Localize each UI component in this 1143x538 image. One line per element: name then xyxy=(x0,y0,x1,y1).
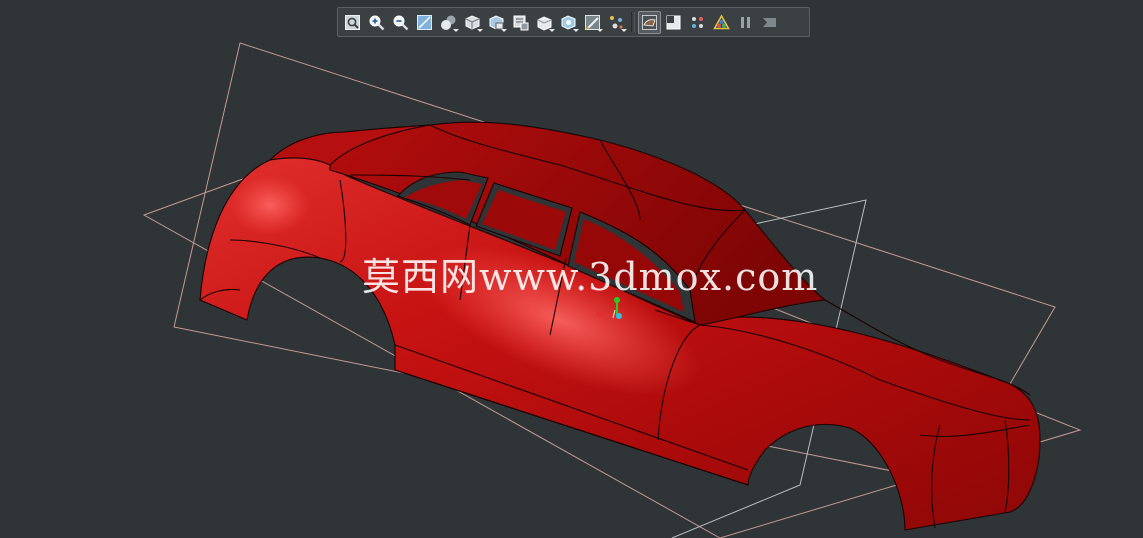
hide-show-items-button[interactable] xyxy=(557,11,580,34)
zoom-in-icon xyxy=(369,15,385,30)
cameras-icon xyxy=(692,16,703,28)
shadows-button[interactable] xyxy=(662,11,685,34)
section-view-button[interactable] xyxy=(509,11,532,34)
view-orientation-button[interactable] xyxy=(461,11,484,34)
apply-scene-button[interactable] xyxy=(605,11,628,34)
display-style-button[interactable] xyxy=(533,11,556,34)
graphics-viewport[interactable]: 莫西网www.3dmox.com xyxy=(0,0,1143,538)
zoom-extents-button[interactable] xyxy=(341,11,364,34)
zoom-window-button[interactable] xyxy=(413,11,436,34)
edit-appearance-button[interactable] xyxy=(581,11,604,34)
section-view-icon xyxy=(513,15,529,30)
pause-icon xyxy=(741,16,750,28)
standard-views-button[interactable] xyxy=(485,11,508,34)
view-settings-button[interactable] xyxy=(638,10,661,34)
pause-button[interactable] xyxy=(734,11,757,34)
shadows-icon xyxy=(666,15,681,29)
zoom-out-button[interactable] xyxy=(389,11,412,34)
car-body-model xyxy=(199,121,1041,531)
realview-icon xyxy=(713,13,730,29)
watermark-text: 莫西网www.3dmox.com xyxy=(362,255,819,299)
toolbar-separator xyxy=(631,12,635,32)
cameras-button[interactable] xyxy=(686,11,709,34)
zoom-out-icon xyxy=(393,15,409,30)
exit-button[interactable] xyxy=(758,11,781,34)
zoom-window-icon xyxy=(417,14,432,30)
view-settings-icon xyxy=(642,14,657,30)
exit-icon xyxy=(763,17,776,27)
render-mode-button[interactable] xyxy=(437,11,460,34)
zoom-in-button[interactable] xyxy=(365,11,388,34)
realview-button[interactable] xyxy=(710,11,733,34)
heads-up-view-toolbar xyxy=(337,7,810,37)
zoom-extents-icon xyxy=(345,14,360,30)
